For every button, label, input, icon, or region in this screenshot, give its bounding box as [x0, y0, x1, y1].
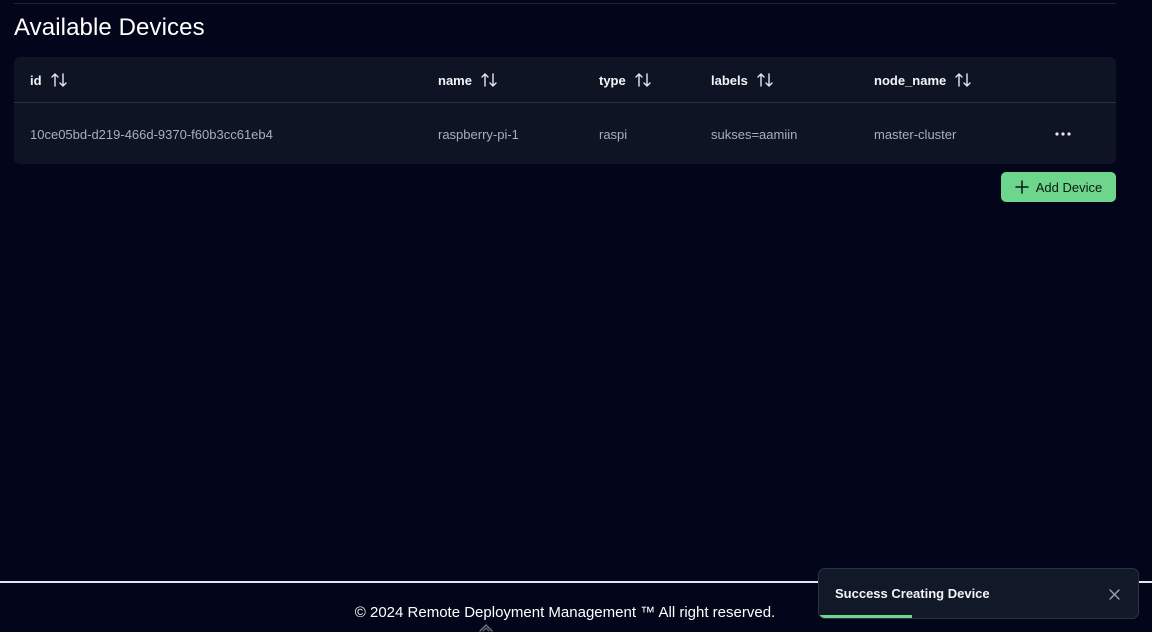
cell-name: raspberry-pi-1 — [438, 126, 519, 142]
toast-message: Success Creating Device — [835, 586, 990, 601]
cell-labels: sukses=aamiin — [711, 126, 798, 142]
toast-progress-bar — [819, 615, 912, 618]
more-horizontal-icon — [1055, 132, 1071, 136]
cell-type: raspi — [599, 126, 628, 142]
sort-arrows-icon — [955, 73, 971, 87]
sort-arrows-icon — [481, 73, 497, 87]
column-header-label: labels — [711, 72, 748, 88]
table-header: id name type labels node_name — [14, 57, 1116, 103]
top-divider — [14, 3, 1116, 4]
success-toast: Success Creating Device — [818, 568, 1139, 619]
column-header-label: type — [599, 72, 626, 88]
column-header-id[interactable]: id — [30, 57, 68, 103]
column-header-label: node_name — [874, 72, 947, 88]
sort-arrows-icon — [757, 73, 773, 87]
plus-icon — [1015, 180, 1029, 194]
toast-progress-track — [819, 615, 1138, 618]
column-header-labels[interactable]: labels — [711, 57, 774, 103]
sort-arrows-icon — [50, 73, 67, 87]
devices-table: id name type labels node_name 10ce05bd-d… — [14, 57, 1116, 164]
row-actions-button[interactable] — [1050, 124, 1076, 144]
column-header-label: id — [30, 72, 42, 88]
column-header-node-name[interactable]: node_name — [874, 57, 972, 103]
column-header-label: name — [438, 72, 472, 88]
sort-arrows-icon — [635, 73, 651, 87]
cell-id: 10ce05bd-d219-466d-9370-f60b3cc61eb4 — [30, 126, 273, 142]
add-device-button[interactable]: Add Device — [1001, 172, 1116, 202]
table-row: 10ce05bd-d219-466d-9370-f60b3cc61eb4 ras… — [14, 104, 1116, 164]
column-header-name[interactable]: name — [438, 57, 498, 103]
cell-node-name: master-cluster — [874, 126, 957, 142]
column-header-type[interactable]: type — [599, 57, 652, 103]
page-title: Available Devices — [14, 14, 205, 41]
add-device-label: Add Device — [1035, 179, 1103, 195]
close-icon — [1108, 588, 1120, 600]
toast-close-button[interactable] — [1106, 586, 1122, 602]
scroll-top-icon[interactable] — [474, 620, 498, 632]
